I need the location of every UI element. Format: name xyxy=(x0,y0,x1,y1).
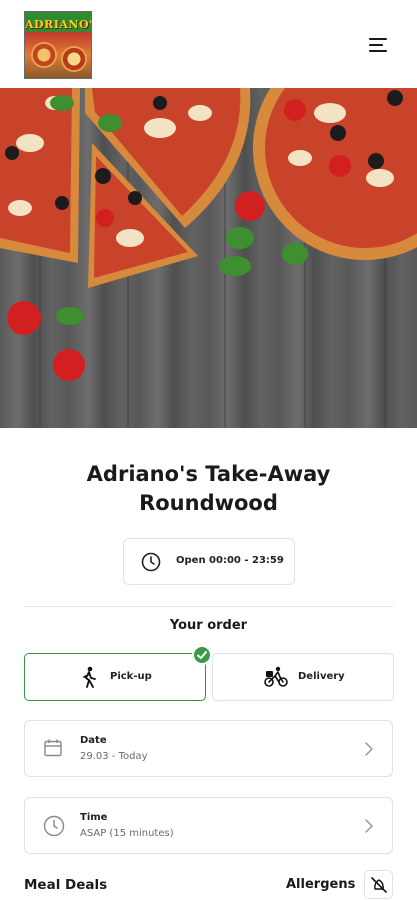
divider xyxy=(24,606,393,607)
logo-pizza-graphic xyxy=(61,46,87,72)
restaurant-name-line2: Roundwood xyxy=(139,491,278,515)
time-label: Time xyxy=(80,812,108,823)
hamburger-menu-icon[interactable] xyxy=(366,36,390,54)
allergen-no-grain-icon xyxy=(371,877,387,893)
allergens-button[interactable] xyxy=(364,870,393,899)
delivery-option-button[interactable]: Delivery xyxy=(212,653,394,701)
clock-icon xyxy=(43,815,65,837)
restaurant-name-line1: Adriano's Take-Away xyxy=(86,462,331,486)
logo-pizza-graphic xyxy=(31,42,57,68)
allergens-link[interactable]: Allergens xyxy=(286,877,355,892)
date-value: 29.03 - Today xyxy=(80,751,148,762)
calendar-icon xyxy=(44,739,62,757)
delivery-option-label: Delivery xyxy=(298,671,345,682)
bicycle-courier-icon xyxy=(264,666,288,687)
date-label: Date xyxy=(80,735,107,746)
time-value: ASAP (15 minutes) xyxy=(80,828,174,839)
hero-pizza-image xyxy=(0,88,417,428)
app-header: ADRIANO'S xyxy=(0,0,417,88)
chevron-right-icon xyxy=(365,742,373,756)
menu-category-title: Meal Deals xyxy=(24,877,108,893)
opening-hours-badge[interactable]: Open 00:00 - 23:59 xyxy=(123,538,295,585)
walking-person-icon xyxy=(83,666,96,688)
opening-hours-label: Open 00:00 - 23:59 xyxy=(176,555,284,566)
logo-text: ADRIANO'S xyxy=(25,18,91,31)
pickup-option-button[interactable]: Pick-up xyxy=(24,653,206,701)
restaurant-name: Adriano's Take-Away Roundwood xyxy=(0,460,417,518)
selected-check-icon xyxy=(192,645,212,665)
restaurant-logo[interactable]: ADRIANO'S xyxy=(24,11,92,79)
your-order-heading: Your order xyxy=(169,618,248,633)
clock-icon xyxy=(141,552,161,572)
chevron-right-icon xyxy=(365,819,373,833)
time-selector[interactable]: Time ASAP (15 minutes) xyxy=(24,797,393,854)
pickup-option-label: Pick-up xyxy=(110,671,152,682)
date-selector[interactable]: Date 29.03 - Today xyxy=(24,720,393,777)
